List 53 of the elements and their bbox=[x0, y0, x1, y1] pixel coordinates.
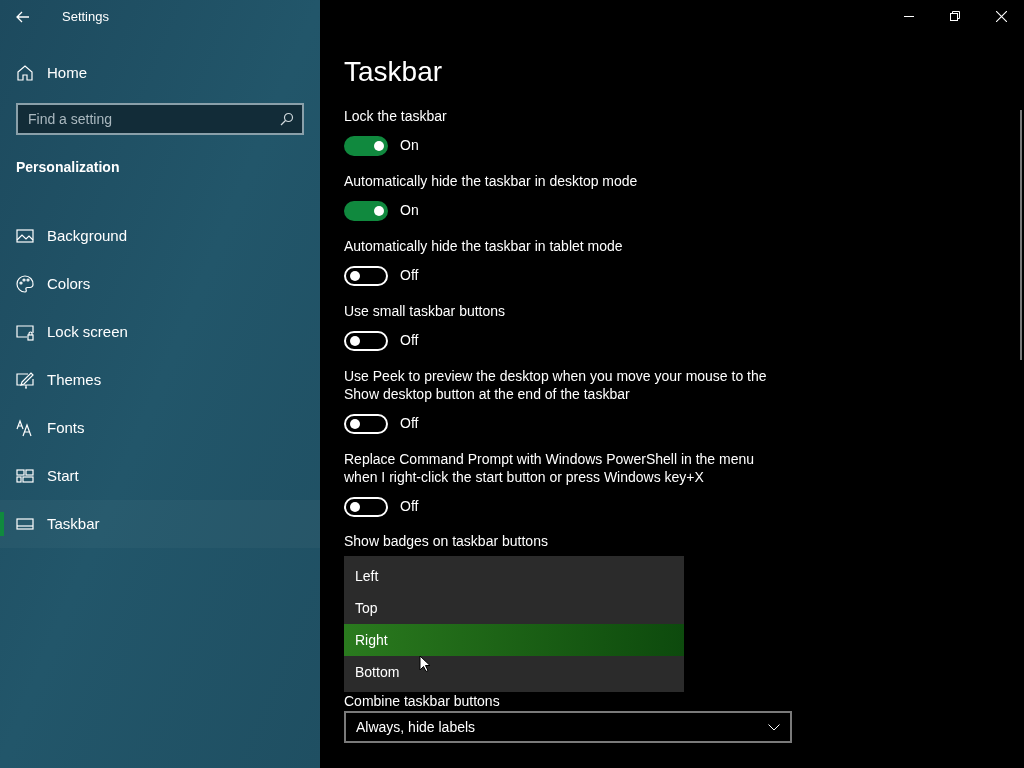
menu-option[interactable]: Right bbox=[344, 624, 684, 656]
setting-label: Automatically hide the taskbar in tablet mode bbox=[344, 237, 624, 255]
setting-label: Combine taskbar buttons bbox=[344, 693, 501, 709]
home-icon bbox=[16, 64, 34, 82]
setting-label: Use small taskbar buttons bbox=[344, 302, 507, 320]
setting-label: Lock the taskbar bbox=[344, 107, 448, 125]
sidebar-item[interactable]: Colors bbox=[0, 260, 320, 308]
chevron-down-icon bbox=[768, 723, 780, 731]
menu-option[interactable]: Bottom bbox=[344, 656, 684, 688]
scrollbar-thumb[interactable] bbox=[1020, 110, 1022, 360]
combo-box[interactable]: Always, hide labels bbox=[344, 711, 792, 743]
search-field[interactable]: Find a setting bbox=[16, 103, 304, 135]
setting-label: Use Peek to preview the desktop when you move your mouse to the Show desktop button at the end of the taskbar bbox=[344, 367, 768, 403]
home-nav-item[interactable]: Home bbox=[0, 57, 320, 89]
lock-screen-icon bbox=[16, 323, 34, 341]
palette-icon bbox=[16, 275, 34, 293]
sidebar-item[interactable]: Start bbox=[0, 452, 320, 500]
menu-option[interactable]: Left bbox=[344, 560, 684, 592]
menu-option[interactable]: Top bbox=[344, 592, 684, 624]
toggle-state: On bbox=[400, 201, 419, 220]
toggle-state: Off bbox=[400, 331, 419, 350]
back-arrow-icon[interactable] bbox=[16, 11, 30, 23]
toggle-switch[interactable] bbox=[344, 330, 388, 351]
window-title: Settings bbox=[62, 8, 109, 27]
search-icon bbox=[280, 112, 294, 126]
image-icon bbox=[16, 227, 34, 245]
fonts-icon bbox=[16, 419, 34, 437]
sidebar-item[interactable]: Background bbox=[0, 212, 320, 260]
toggle-switch[interactable] bbox=[344, 135, 388, 156]
toggle-state: Off bbox=[400, 414, 419, 433]
toggle-switch[interactable] bbox=[344, 200, 388, 221]
mouse-cursor-icon bbox=[419, 655, 431, 673]
toggle-state: On bbox=[400, 136, 419, 155]
setting-label: Replace Command Prompt with Windows PowerShell in the menu when I right-click the start button or press Windows key+X bbox=[344, 450, 756, 486]
minimize-icon bbox=[904, 15, 914, 17]
toggle-state: Off bbox=[400, 266, 419, 285]
toggle-switch[interactable] bbox=[344, 496, 388, 517]
start-tiles-icon bbox=[16, 467, 34, 485]
toggle-switch[interactable] bbox=[344, 413, 388, 434]
setting-label: Show badges on taskbar buttons bbox=[344, 532, 549, 550]
sidebar-item[interactable]: Fonts bbox=[0, 404, 320, 452]
close-icon bbox=[995, 10, 1007, 22]
sidebar-item[interactable]: Themes bbox=[0, 356, 320, 404]
taskbar-icon bbox=[16, 515, 34, 533]
restore-icon bbox=[950, 11, 960, 21]
page-title: Taskbar bbox=[344, 56, 444, 88]
toggle-switch[interactable] bbox=[344, 265, 388, 286]
monitor-pen-icon bbox=[16, 371, 34, 389]
section-heading: Personalization bbox=[16, 158, 121, 177]
sidebar-item[interactable]: Taskbar bbox=[0, 500, 320, 548]
sidebar-item[interactable]: Lock screen bbox=[0, 308, 320, 356]
toggle-state: Off bbox=[400, 497, 419, 516]
setting-label: Automatically hide the taskbar in desktop mode bbox=[344, 172, 639, 190]
